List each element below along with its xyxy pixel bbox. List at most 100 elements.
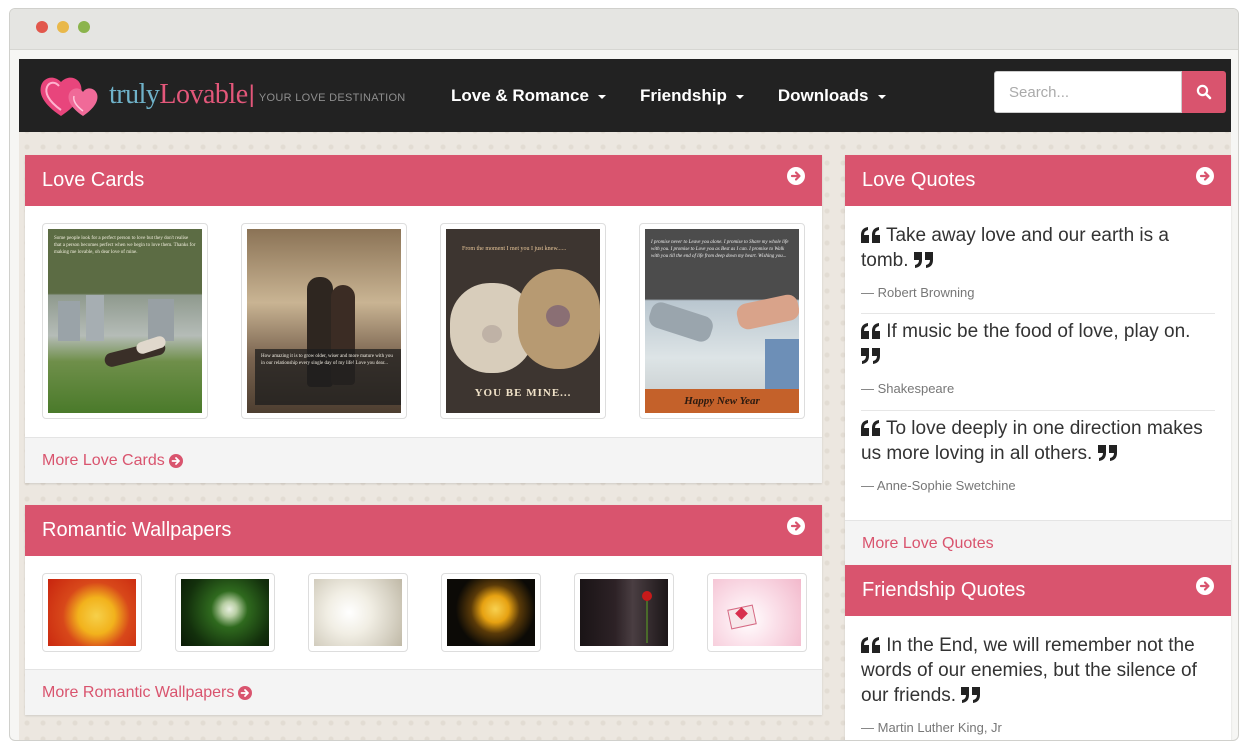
caret-down-icon bbox=[597, 94, 606, 99]
search-form bbox=[994, 71, 1226, 113]
nav-label: Friendship bbox=[639, 85, 727, 105]
yellow-rose-image bbox=[48, 579, 136, 646]
site-logo[interactable]: trulyLovable | YOUR LOVE DESTINATION bbox=[39, 67, 406, 123]
panel-header: Love Cards bbox=[25, 155, 822, 206]
search-input[interactable] bbox=[994, 71, 1182, 113]
card-text-top: From the moment I met you I just knew...… bbox=[462, 246, 567, 252]
panel-footer: More Romantic Wallpapers bbox=[25, 669, 822, 715]
browser-chrome bbox=[10, 9, 1238, 50]
circle-arrow-right-icon[interactable] bbox=[787, 516, 805, 535]
panel-footer: More Love Cards bbox=[25, 437, 822, 483]
nav-label: Downloads bbox=[777, 85, 869, 105]
love-card-thumbnail[interactable]: I promise never to Leave you alone. I pr… bbox=[639, 223, 805, 419]
wallpaper-thumbnail[interactable] bbox=[707, 573, 807, 652]
quote-text: Take away love and our earth is a tomb. bbox=[861, 225, 1169, 271]
close-window-dot[interactable] bbox=[36, 21, 48, 33]
city-buildings bbox=[58, 301, 80, 341]
card-banner: Happy New Year bbox=[645, 389, 799, 413]
divider bbox=[861, 410, 1215, 411]
love-card-image: How amazing it is to grow older, wiser a… bbox=[247, 229, 401, 413]
open-quote-icon bbox=[861, 637, 880, 653]
quote-author: — Anne-Sophie Swetchine bbox=[861, 478, 1016, 493]
quote-item: Take away love and our earth is a tomb. … bbox=[845, 223, 1231, 300]
browser-window: trulyLovable | YOUR LOVE DESTINATION Lov… bbox=[9, 8, 1239, 741]
search-button[interactable] bbox=[1182, 71, 1226, 113]
yellow-lily-image bbox=[447, 579, 535, 646]
love-card-image: From the moment I met you I just knew...… bbox=[446, 229, 600, 413]
rose-bud bbox=[642, 591, 652, 601]
card-text-bottom: YOU BE MINE... bbox=[474, 387, 572, 399]
quote-author: — Robert Browning bbox=[861, 285, 975, 300]
panel-title: Friendship Quotes bbox=[862, 579, 1026, 601]
caret-down-icon bbox=[735, 94, 744, 99]
teddy-nose bbox=[482, 325, 502, 343]
maximize-window-dot[interactable] bbox=[78, 21, 90, 33]
panel-header: Friendship Quotes bbox=[845, 565, 1231, 616]
link-label: More Love Quotes bbox=[862, 534, 994, 552]
logo-separator: | bbox=[248, 81, 255, 108]
wallpaper-thumbnail[interactable] bbox=[308, 573, 408, 652]
minimize-window-dot[interactable] bbox=[57, 21, 69, 33]
love-cards-panel: Love Cards Some people look for a perfec… bbox=[25, 155, 822, 483]
panel-header: Love Quotes bbox=[845, 155, 1231, 206]
city-buildings bbox=[86, 295, 104, 341]
wallpaper-thumbnail[interactable] bbox=[574, 573, 674, 652]
nav-item-downloads[interactable]: Downloads bbox=[778, 86, 886, 106]
open-quote-icon bbox=[861, 227, 880, 243]
teddy-nose bbox=[546, 305, 570, 327]
circle-arrow-right-icon[interactable] bbox=[787, 166, 805, 185]
wallpaper-thumbnail[interactable] bbox=[42, 573, 142, 652]
love-card-image: I promise never to Leave you alone. I pr… bbox=[645, 229, 799, 413]
open-quote-icon bbox=[861, 420, 880, 436]
red-rose-image bbox=[580, 579, 668, 646]
wallpaper-thumbnail[interactable] bbox=[175, 573, 275, 652]
card-text: I promise never to Leave you alone. I pr… bbox=[651, 240, 789, 259]
banner-text: Happy New Year bbox=[684, 395, 760, 407]
love-card-thumbnail[interactable]: How amazing it is to grow older, wiser a… bbox=[241, 223, 407, 419]
quote-text: If music be the food of love, play on. bbox=[861, 319, 1215, 369]
quote-text: To love deeply in one direction makes us… bbox=[861, 418, 1203, 464]
panel-title: Romantic Wallpapers bbox=[42, 519, 232, 541]
circle-arrow-right-icon bbox=[238, 685, 253, 700]
panel-header: Romantic Wallpapers bbox=[25, 505, 822, 556]
hands bbox=[734, 292, 799, 332]
brand-name: trulyLovable bbox=[109, 79, 248, 110]
more-romantic-wallpapers-link[interactable]: More Romantic Wallpapers bbox=[42, 684, 253, 702]
quote-author: — Shakespeare bbox=[861, 381, 955, 396]
panel-footer: More Love Quotes bbox=[845, 520, 1231, 566]
nav-label: Love & Romance bbox=[451, 85, 589, 105]
romantic-wallpapers-panel: Romantic Wallpapers More Romantic Wallpa… bbox=[25, 505, 822, 715]
circle-arrow-right-icon[interactable] bbox=[1196, 166, 1214, 185]
hands bbox=[646, 299, 716, 345]
quote-author: — Martin Luther King, Jr bbox=[861, 720, 1002, 735]
card-text-box: How amazing it is to grow older, wiser a… bbox=[255, 349, 401, 405]
circle-arrow-right-icon[interactable] bbox=[1196, 576, 1214, 595]
quote-item: In the End, we will remember not the wor… bbox=[845, 633, 1231, 735]
close-quote-icon bbox=[1097, 445, 1117, 461]
hearts-logo-icon bbox=[39, 70, 105, 120]
card-text: Some people look for a perfect person to… bbox=[54, 236, 196, 255]
love-card-thumbnail[interactable]: Some people look for a perfect person to… bbox=[42, 223, 208, 419]
open-quote-icon bbox=[861, 323, 880, 339]
panel-title: Love Cards bbox=[42, 169, 145, 191]
love-letter-image bbox=[713, 579, 801, 646]
more-love-cards-link[interactable]: More Love Cards bbox=[42, 452, 183, 470]
white-flower-image bbox=[181, 579, 269, 646]
white-roses-image bbox=[314, 579, 402, 646]
divider bbox=[861, 313, 1215, 314]
more-love-quotes-link[interactable]: More Love Quotes bbox=[862, 535, 994, 553]
quote-item: If music be the food of love, play on. —… bbox=[845, 319, 1231, 396]
quote-item: To love deeply in one direction makes us… bbox=[845, 416, 1231, 493]
panel-title: Love Quotes bbox=[862, 169, 976, 191]
nav-item-friendship[interactable]: Friendship bbox=[640, 86, 744, 106]
love-card-thumbnail[interactable]: From the moment I met you I just knew...… bbox=[440, 223, 606, 419]
wallpaper-thumbnail[interactable] bbox=[441, 573, 541, 652]
nav-item-love-romance[interactable]: Love & Romance bbox=[451, 86, 606, 106]
search-icon bbox=[1196, 84, 1212, 100]
rose-stem bbox=[646, 601, 648, 643]
city-buildings bbox=[148, 299, 174, 341]
main-nav: Love & Romance Friendship Downloads bbox=[451, 59, 920, 132]
close-quote-icon bbox=[961, 687, 981, 703]
close-quote-icon bbox=[861, 348, 880, 364]
link-label: More Love Cards bbox=[42, 451, 165, 469]
